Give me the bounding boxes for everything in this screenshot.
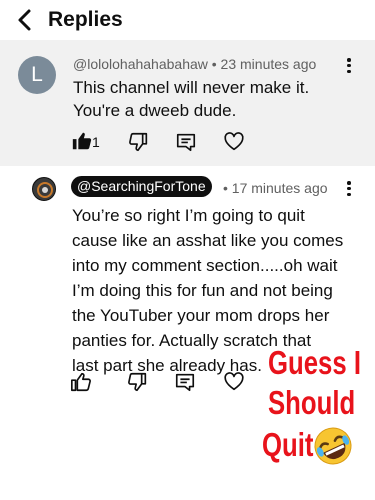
heart-icon[interactable] xyxy=(223,131,245,153)
like-filled-icon[interactable] xyxy=(71,130,93,152)
reply-icon[interactable] xyxy=(175,131,197,153)
page-title: Replies xyxy=(48,8,123,31)
reply-icon[interactable] xyxy=(174,371,196,393)
comment-text-line: I’m doing this for fun and not being xyxy=(72,281,333,300)
comment-text-line: You’re so right I’m going to quit xyxy=(72,206,305,225)
dislike-icon[interactable] xyxy=(128,131,150,153)
comment-meta: @lololohahahabahaw • 23 minutes ago xyxy=(73,55,316,73)
header-bar: Replies xyxy=(0,0,375,40)
more-options-icon[interactable] xyxy=(345,58,353,76)
rolling-on-floor-laughing-icon xyxy=(314,427,352,465)
more-options-icon[interactable] xyxy=(345,181,353,199)
comment-text-line: You're a dweeb dude. xyxy=(73,101,237,120)
avatar-image-icon xyxy=(33,178,55,200)
back-arrow-icon[interactable] xyxy=(12,7,38,33)
overlay-caption-line: Quit xyxy=(262,426,314,463)
avatar[interactable] xyxy=(32,177,56,201)
like-count: 1 xyxy=(92,134,100,150)
dislike-icon[interactable] xyxy=(127,371,149,393)
comment-author[interactable]: @lololohahahabahaw xyxy=(73,56,208,72)
like-icon[interactable] xyxy=(70,371,92,393)
overlay-caption-line: Guess I xyxy=(268,344,362,381)
overlay-caption-line: Should xyxy=(268,384,356,421)
parent-comment: L @lololohahahabahaw • 23 minutes ago Th… xyxy=(0,40,375,166)
avatar[interactable]: L xyxy=(18,56,56,94)
comment-time: • 23 minutes ago xyxy=(207,56,317,72)
author-badge[interactable]: @SearchingForTone xyxy=(71,176,212,197)
comment-text-line: into my comment section.....oh wait xyxy=(72,256,338,275)
comment-time: • 17 minutes ago xyxy=(223,180,328,196)
comment-text-line: the YouTuber your mom drops her xyxy=(72,306,330,325)
comment-text-line: cause like an asshat like you comes xyxy=(72,231,344,250)
heart-icon[interactable] xyxy=(223,371,245,393)
comment-text-line: This channel will never make it. xyxy=(73,78,310,97)
